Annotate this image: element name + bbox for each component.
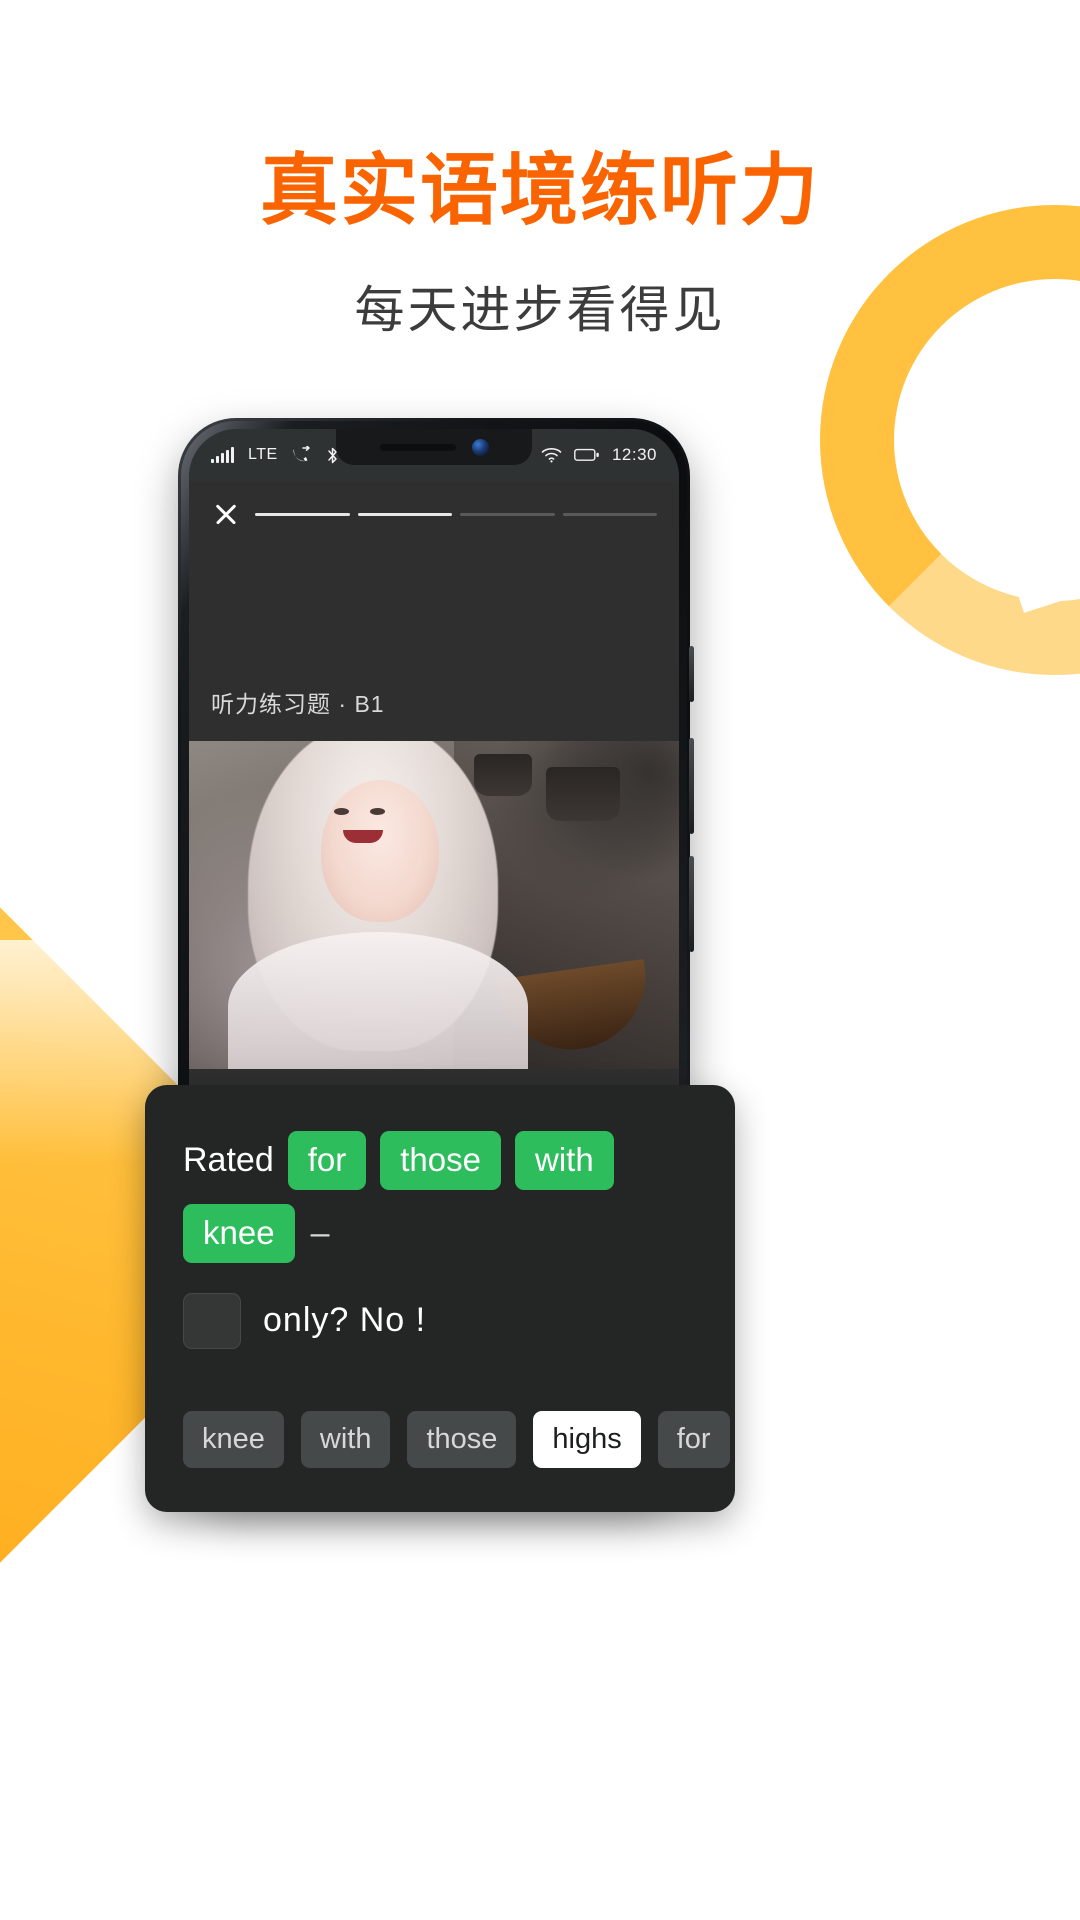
front-camera [471, 438, 489, 456]
word-bank-chip[interactable]: those [407, 1410, 517, 1468]
progress-segment [255, 512, 350, 516]
call-forward-icon [292, 446, 312, 464]
notch [336, 429, 532, 465]
progress-indicator [255, 512, 657, 516]
status-bar-left: LTE [211, 446, 339, 465]
scene-character-face [321, 780, 440, 923]
status-clock: 12:30 [611, 445, 657, 464]
progress-segment [460, 512, 555, 516]
filled-word-chip[interactable]: for [287, 1131, 367, 1190]
filled-word-chip[interactable]: with [514, 1131, 614, 1190]
sentence-tail-text: only? No ! [263, 1301, 427, 1340]
wifi-icon [541, 447, 562, 463]
lesson-header-area: 听力练习题 · B1 [189, 529, 679, 741]
lesson-label: 听力练习题 · B1 [211, 691, 385, 717]
word-bank-chip[interactable]: with [300, 1410, 391, 1468]
answer-card: Rated for those with knee – only? No ! k… [145, 1085, 735, 1512]
scene-character-eye-left [333, 808, 349, 816]
app-header [189, 481, 679, 529]
promo-text-block: 真实语境练听力 每天进步看得见 [0, 148, 1080, 342]
filled-word-chip[interactable]: those [380, 1131, 501, 1190]
progress-segment [562, 512, 657, 516]
close-icon[interactable] [211, 499, 241, 529]
word-bank-chip[interactable]: knee [183, 1410, 284, 1468]
word-bank-chip[interactable]: for [657, 1410, 730, 1468]
word-bank: knee with those highs for [183, 1410, 730, 1468]
volume-up-button[interactable] [689, 738, 694, 834]
sentence-lead-word: Rated [183, 1140, 274, 1179]
filled-word-chip[interactable]: knee [183, 1203, 295, 1263]
status-bar: LTE 12:30 [189, 429, 679, 481]
page-subtitle: 每天进步看得见 [354, 282, 726, 339]
video-still[interactable] [189, 741, 679, 1069]
earpiece-speaker [379, 443, 456, 451]
word-bank-chip-selected[interactable]: highs [533, 1410, 641, 1468]
answer-sentence-row-2: only? No ! [183, 1292, 697, 1349]
signal-bars-icon [211, 447, 234, 463]
scene-character-mouth [343, 829, 384, 843]
page-title: 真实语境练听力 [259, 146, 820, 234]
answer-blank-slot[interactable] [183, 1292, 241, 1349]
volume-down-button[interactable] [689, 856, 694, 952]
status-bar-right: 12:30 [541, 445, 657, 465]
progress-segment [357, 512, 452, 516]
network-label: LTE [248, 446, 278, 463]
battery-icon [574, 448, 600, 462]
power-button[interactable] [689, 646, 694, 702]
answer-sentence-row-1: Rated for those with knee – [183, 1131, 697, 1263]
scene-pot-small [474, 754, 532, 797]
scene-character-dress [228, 932, 529, 1069]
sentence-separator: – [310, 1213, 330, 1252]
scene-pot [546, 767, 621, 822]
